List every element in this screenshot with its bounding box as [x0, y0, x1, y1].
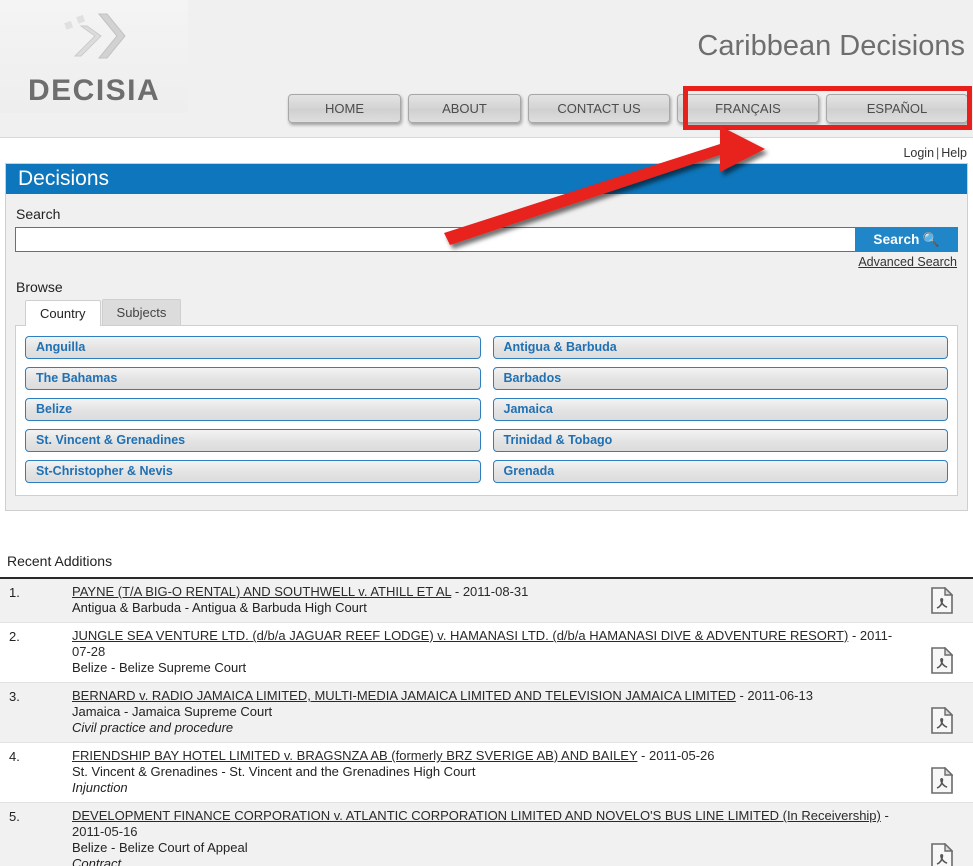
pdf-icon-glyph	[931, 707, 953, 734]
nav-button-francais[interactable]: FRANÇAIS	[677, 94, 819, 123]
country-tab-panel: Anguilla Antigua & Barbuda The Bahamas B…	[15, 325, 958, 496]
recent-additions-heading: Recent Additions	[7, 553, 112, 569]
country-button-the-bahamas[interactable]: The Bahamas	[25, 367, 481, 390]
search-input[interactable]	[15, 227, 855, 252]
magnifier-icon: 🔍	[923, 232, 940, 247]
decisions-panel: Decisions Search Search 🔍 Advanced Search…	[5, 163, 968, 511]
logo-block[interactable]: DECISIA	[0, 0, 188, 113]
pdf-icon[interactable]	[911, 748, 973, 796]
table-row[interactable]: 5. DEVELOPMENT FINANCE CORPORATION v. AT…	[0, 803, 973, 866]
table-row[interactable]: 1. PAYNE (T/A BIG-O RENTAL) AND SOUTHWEL…	[0, 579, 973, 623]
country-button-st-christopher-nevis[interactable]: St-Christopher & Nevis	[25, 460, 481, 483]
panel-footer-spacer	[15, 496, 958, 510]
browse-label: Browse	[16, 279, 958, 295]
pdf-icon-glyph	[931, 843, 953, 866]
search-row: Search 🔍	[15, 227, 958, 252]
login-link[interactable]: Login	[903, 146, 934, 160]
case-title-link[interactable]: BERNARD v. RADIO JAMAICA LIMITED, MULTI-…	[72, 688, 736, 703]
pdf-icon-glyph	[931, 587, 953, 614]
site-header: DECISIA Caribbean Decisions HOME ABOUT C…	[0, 0, 973, 138]
pdf-icon[interactable]	[911, 584, 973, 616]
row-content: DEVELOPMENT FINANCE CORPORATION v. ATLAN…	[72, 808, 911, 866]
advanced-search-row: Advanced Search	[15, 253, 958, 270]
nav-button-home[interactable]: HOME	[288, 94, 401, 123]
pdf-icon[interactable]	[911, 808, 973, 866]
case-title-link[interactable]: PAYNE (T/A BIG-O RENTAL) AND SOUTHWELL v…	[72, 584, 451, 599]
case-jurisdiction: Belize - Belize Court of Appeal	[72, 840, 903, 856]
page-root: DECISIA Caribbean Decisions HOME ABOUT C…	[0, 0, 973, 866]
country-button-trinidad-tobago[interactable]: Trinidad & Tobago	[493, 429, 949, 452]
main-navigation: HOME ABOUT CONTACT US FRANÇAIS ESPAÑOL	[288, 94, 968, 123]
chevron-arrows-logo-icon	[55, 10, 135, 70]
country-button-antigua-barbuda[interactable]: Antigua & Barbuda	[493, 336, 949, 359]
table-row[interactable]: 4. FRIENDSHIP BAY HOTEL LIMITED v. BRAGS…	[0, 743, 973, 803]
case-date: - 2011-06-13	[736, 688, 813, 703]
search-button-label: Search	[873, 232, 919, 247]
row-content: JUNGLE SEA VENTURE LTD. (d/b/a JAGUAR RE…	[72, 628, 911, 676]
table-row[interactable]: 2. JUNGLE SEA VENTURE LTD. (d/b/a JAGUAR…	[0, 623, 973, 683]
nav-button-about[interactable]: ABOUT	[408, 94, 521, 123]
row-content: BERNARD v. RADIO JAMAICA LIMITED, MULTI-…	[72, 688, 911, 736]
country-grid: Anguilla Antigua & Barbuda The Bahamas B…	[25, 336, 948, 483]
panel-title: Decisions	[6, 164, 967, 194]
recent-additions-list: 1. PAYNE (T/A BIG-O RENTAL) AND SOUTHWEL…	[0, 579, 973, 866]
row-number: 5.	[0, 808, 72, 825]
country-button-jamaica[interactable]: Jamaica	[493, 398, 949, 421]
row-content: FRIENDSHIP BAY HOTEL LIMITED v. BRAGSNZA…	[72, 748, 911, 796]
case-jurisdiction: Belize - Belize Supreme Court	[72, 660, 903, 676]
row-number: 2.	[0, 628, 72, 645]
country-button-anguilla[interactable]: Anguilla	[25, 336, 481, 359]
case-topic: Injunction	[72, 780, 903, 796]
table-row[interactable]: 3. BERNARD v. RADIO JAMAICA LIMITED, MUL…	[0, 683, 973, 743]
pdf-icon-glyph	[931, 647, 953, 674]
user-bar: Login|Help	[903, 146, 967, 160]
pdf-icon-glyph	[931, 767, 953, 794]
panel-body: Search Search 🔍 Advanced Search Browse Co…	[6, 194, 967, 510]
pdf-icon[interactable]	[911, 688, 973, 736]
case-title-link[interactable]: DEVELOPMENT FINANCE CORPORATION v. ATLAN…	[72, 808, 881, 823]
tab-subjects[interactable]: Subjects	[102, 299, 182, 325]
browse-tabs: Country Subjects	[25, 299, 958, 325]
search-button[interactable]: Search 🔍	[855, 227, 958, 252]
logo-wordmark: DECISIA	[28, 74, 160, 108]
help-link[interactable]: Help	[941, 146, 967, 160]
case-title-link[interactable]: JUNGLE SEA VENTURE LTD. (d/b/a JAGUAR RE…	[72, 628, 848, 643]
tab-country[interactable]: Country	[25, 300, 101, 326]
case-date: - 2011-08-31	[451, 584, 528, 599]
case-date: - 2011-05-26	[637, 748, 714, 763]
row-content: PAYNE (T/A BIG-O RENTAL) AND SOUTHWELL v…	[72, 584, 911, 616]
country-button-grenada[interactable]: Grenada	[493, 460, 949, 483]
case-jurisdiction: Antigua & Barbuda - Antigua & Barbuda Hi…	[72, 600, 903, 616]
row-number: 4.	[0, 748, 72, 765]
case-jurisdiction: St. Vincent & Grenadines - St. Vincent a…	[72, 764, 903, 780]
search-label: Search	[16, 206, 958, 222]
case-topic: Contract	[72, 856, 903, 866]
country-button-barbados[interactable]: Barbados	[493, 367, 949, 390]
userbar-separator: |	[936, 146, 939, 160]
site-title: Caribbean Decisions	[697, 30, 965, 63]
advanced-search-link[interactable]: Advanced Search	[858, 255, 957, 269]
case-topic: Civil practice and procedure	[72, 720, 903, 736]
pdf-icon[interactable]	[911, 628, 973, 676]
nav-button-espanol[interactable]: ESPAÑOL	[826, 94, 968, 123]
row-number: 1.	[0, 584, 72, 601]
country-button-belize[interactable]: Belize	[25, 398, 481, 421]
nav-button-contact-us[interactable]: CONTACT US	[528, 94, 670, 123]
case-jurisdiction: Jamaica - Jamaica Supreme Court	[72, 704, 903, 720]
country-button-st-vincent-grenadines[interactable]: St. Vincent & Grenadines	[25, 429, 481, 452]
case-title-link[interactable]: FRIENDSHIP BAY HOTEL LIMITED v. BRAGSNZA…	[72, 748, 637, 763]
row-number: 3.	[0, 688, 72, 705]
